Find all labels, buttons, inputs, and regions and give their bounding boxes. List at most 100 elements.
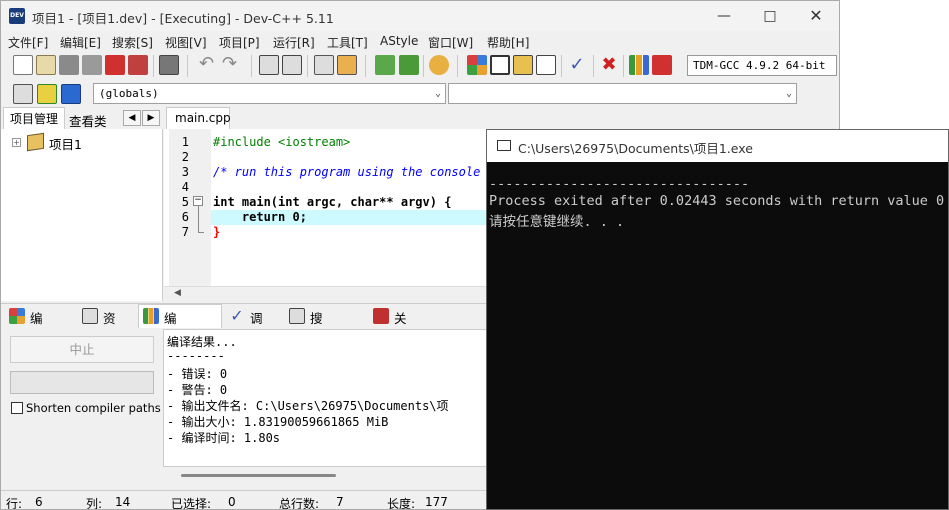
tab-scroll-left-button[interactable]: ◀ [123, 110, 141, 126]
redo-icon[interactable]: ↷ [222, 55, 242, 75]
run-icon[interactable] [490, 55, 510, 75]
function-combo[interactable]: ⌄ [448, 83, 797, 104]
undo-icon[interactable]: ↶ [199, 55, 219, 75]
code-line-current: return 0; [213, 210, 307, 224]
tree-root-project[interactable]: 项目1 [49, 134, 82, 153]
menu-search[interactable]: 搜索[S] [112, 34, 153, 51]
console-line: Process exited after 0.02443 seconds wit… [489, 193, 945, 209]
log-line: - 输出大小: 1.83190059661865 MiB [167, 415, 389, 429]
tab-main-cpp[interactable]: main.cpp [166, 107, 231, 129]
menu-run[interactable]: 运行[R] [273, 34, 315, 51]
profile-icon[interactable] [629, 55, 649, 75]
shorten-paths-label: Shorten compiler paths [26, 401, 161, 415]
compiler-select[interactable]: TDM-GCC 4.9.2 64-bit [687, 55, 837, 76]
save-all-icon[interactable] [82, 55, 102, 75]
status-col-label: 列: [86, 497, 103, 510]
save-icon[interactable] [59, 55, 79, 75]
tab-class-browser[interactable]: 查看类 [69, 111, 107, 130]
project-icon [27, 132, 44, 152]
resources-icon [82, 308, 98, 324]
status-length-value: 177 [425, 495, 448, 509]
scroll-left-icon[interactable]: ◀ [174, 288, 181, 298]
syntax-check-icon[interactable]: ✓ [567, 55, 587, 75]
grid-icon [9, 308, 25, 324]
log-line: 编译结果... [167, 335, 237, 349]
toolbar-separator [153, 55, 154, 77]
project-options-icon[interactable] [429, 55, 449, 75]
tab-scroll-right-button[interactable]: ▶ [142, 110, 160, 126]
console-icon [497, 140, 511, 151]
shorten-paths-checkbox[interactable] [11, 402, 23, 414]
close-icon [373, 308, 389, 324]
status-selected-label: 已选择: [171, 497, 212, 510]
compile-progress-bar [10, 371, 154, 394]
devcpp-logo-icon: DEV [9, 8, 25, 24]
line-number: 5 [181, 195, 189, 209]
menu-astyle[interactable]: AStyle [380, 34, 418, 48]
menu-view[interactable]: 视图[V] [165, 34, 207, 51]
scrollbar-thumb[interactable] [181, 474, 336, 477]
status-row-value: 6 [35, 495, 43, 509]
menu-window[interactable]: 窗口[W] [428, 34, 473, 51]
toolbar-separator [365, 55, 366, 77]
console-title: C:\Users\26975\Documents\项目1.exe [518, 141, 753, 156]
menu-bar: 文件[F] 编辑[E] 搜索[S] 视图[V] 项目[P] 运行[R] 工具[T… [1, 31, 839, 51]
insert-icon[interactable] [13, 84, 33, 104]
scope-combo-value: (globals) [99, 87, 159, 100]
console-title-bar[interactable]: C:\Users\26975\Documents\项目1.exe [487, 130, 948, 162]
scope-combo[interactable]: (globals) ⌄ [93, 83, 446, 104]
compile-controls: 中止 Shorten compiler paths [1, 329, 163, 489]
code-line-comment: /* run this program using the console pa [213, 165, 502, 179]
abort-button[interactable]: 中止 [10, 336, 154, 363]
close-all-icon[interactable] [128, 55, 148, 75]
toolbar-separator [187, 55, 188, 77]
fold-collapse-icon[interactable]: − [193, 196, 203, 206]
minimize-button[interactable]: — [701, 1, 747, 31]
delete-profile-icon[interactable] [652, 55, 672, 75]
fold-line [198, 206, 199, 232]
toolbar-separator [457, 55, 458, 77]
remove-from-project-icon[interactable] [399, 55, 419, 75]
open-file-icon[interactable] [36, 55, 56, 75]
goto-line-icon[interactable] [314, 55, 334, 75]
title-bar[interactable]: DEV 项目1 - [项目1.dev] - [Executing] - Dev-… [1, 1, 839, 31]
editor-tabs: main.cpp [164, 107, 839, 129]
check-icon: ✓ [230, 306, 244, 325]
maximize-button[interactable]: □ [747, 1, 793, 31]
rebuild-all-icon[interactable] [536, 55, 556, 75]
code-line: int main(int argc, char** argv) { [213, 195, 452, 209]
menu-file[interactable]: 文件[F] [8, 34, 48, 51]
stop-execution-icon[interactable]: ✖ [599, 55, 619, 75]
toolbar-separator [423, 55, 424, 77]
tab-label: main.cpp [175, 111, 231, 125]
line-number: 4 [181, 180, 189, 194]
tree-expander[interactable]: + [12, 138, 21, 147]
line-number: 6 [181, 210, 189, 224]
toggle-bookmark-icon[interactable] [37, 84, 57, 104]
bookmark-icon[interactable] [337, 55, 357, 75]
close-file-icon[interactable] [105, 55, 125, 75]
log-line: - 输出文件名: C:\Users\26975\Documents\项 [167, 399, 449, 413]
menu-edit[interactable]: 编辑[E] [60, 34, 101, 51]
close-window-button[interactable]: ✕ [793, 1, 839, 31]
print-icon[interactable] [159, 55, 179, 75]
menu-tools[interactable]: 工具[T] [327, 34, 368, 51]
left-panel-tabs: 项目管理 查看类 ◀ ▶ [1, 107, 163, 129]
console-window[interactable]: C:\Users\26975\Documents\项目1.exe -------… [486, 129, 949, 510]
status-lines-label: 总行数: [279, 497, 320, 510]
line-number: 2 [181, 150, 189, 164]
log-line: - 编译时间: 1.80s [167, 431, 281, 445]
tab-label: 项目管理 [10, 112, 59, 126]
replace-icon[interactable] [282, 55, 302, 75]
status-row-label: 行: [6, 497, 23, 510]
tab-project-manager[interactable]: 项目管理 [3, 107, 65, 129]
goto-bookmark-icon[interactable] [61, 84, 81, 104]
find-icon[interactable] [259, 55, 279, 75]
compile-run-icon[interactable] [513, 55, 533, 75]
compile-icon[interactable] [467, 55, 487, 75]
menu-project[interactable]: 项目[P] [219, 34, 260, 51]
add-to-project-icon[interactable] [375, 55, 395, 75]
line-number: 7 [181, 225, 189, 239]
new-file-icon[interactable] [13, 55, 33, 75]
menu-help[interactable]: 帮助[H] [487, 34, 529, 51]
